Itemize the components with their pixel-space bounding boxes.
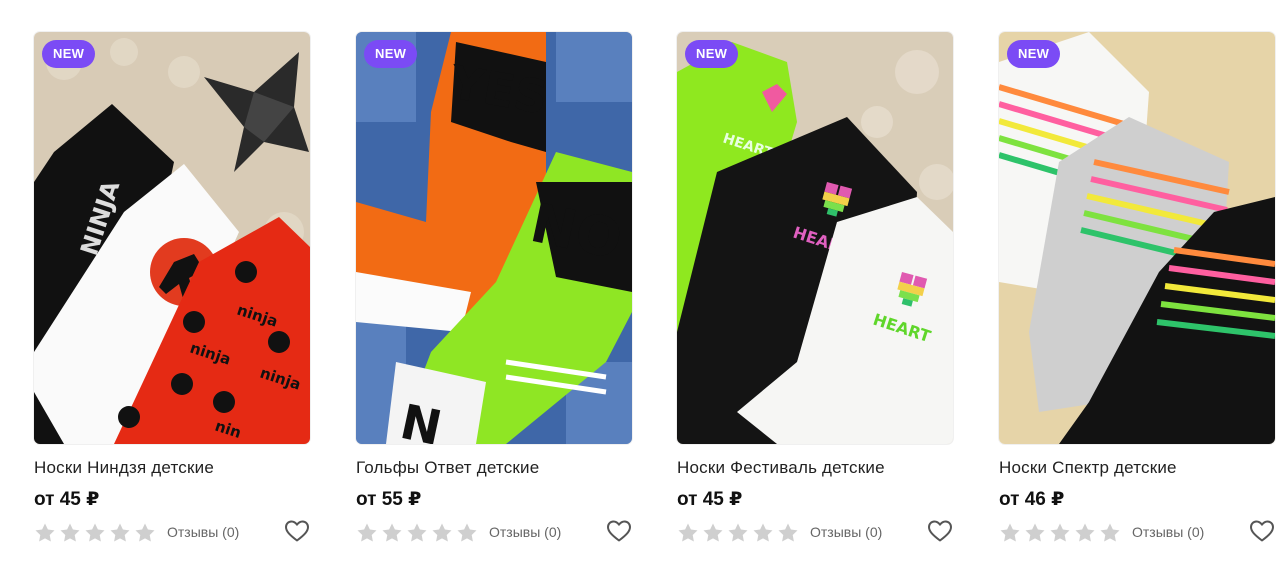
- star-icon: [728, 523, 748, 542]
- rating-stars: [356, 522, 478, 543]
- star-icon: [703, 523, 723, 542]
- product-price: от 45 ₽: [677, 489, 743, 510]
- product-card[interactable]: HEART HEART HEART NEW Носки Фестиваль де…: [677, 32, 953, 545]
- star-icon: [778, 523, 798, 542]
- yes-no-socks-illustration: YES NO N: [356, 32, 632, 444]
- ninja-socks-illustration: NINJA ninja ninja ninja nin: [34, 32, 310, 444]
- star-icon: [432, 523, 452, 542]
- new-badge: NEW: [1007, 40, 1061, 68]
- reviews-link[interactable]: Отзывы (0): [1132, 522, 1204, 542]
- star-icon: [60, 523, 80, 542]
- reviews-link[interactable]: Отзывы (0): [489, 522, 561, 542]
- product-title[interactable]: Гольфы Ответ детские: [356, 458, 632, 478]
- star-icon: [1100, 523, 1120, 542]
- product-title[interactable]: Носки Ниндзя детские: [34, 458, 310, 478]
- product-card[interactable]: NEW Носки Спектр детские от 46 ₽ Отзывы …: [999, 32, 1275, 545]
- star-icon: [382, 523, 402, 542]
- product-meta: Отзывы (0): [356, 519, 632, 545]
- product-card[interactable]: NINJA ninja ninja ninja nin NEW Носки Ни…: [34, 32, 310, 545]
- product-image[interactable]: HEART HEART HEART NEW: [677, 32, 953, 444]
- favorite-heart-icon[interactable]: [927, 519, 953, 543]
- star-icon: [357, 523, 377, 542]
- product-meta: Отзывы (0): [999, 519, 1275, 545]
- favorite-heart-icon[interactable]: [284, 519, 310, 543]
- product-meta: Отзывы (0): [34, 519, 310, 545]
- rating-stars: [34, 522, 156, 543]
- star-icon: [1000, 523, 1020, 542]
- star-icon: [1075, 523, 1095, 542]
- star-icon: [407, 523, 427, 542]
- product-title[interactable]: Носки Спектр детские: [999, 458, 1275, 478]
- product-meta: Отзывы (0): [677, 519, 953, 545]
- star-icon: [135, 523, 155, 542]
- star-icon: [35, 523, 55, 542]
- product-price: от 46 ₽: [999, 489, 1065, 510]
- reviews-link[interactable]: Отзывы (0): [810, 522, 882, 542]
- product-grid: NINJA ninja ninja ninja nin NEW Носки Ни…: [0, 0, 1280, 575]
- new-badge: NEW: [364, 40, 418, 68]
- rating-stars: [999, 522, 1121, 543]
- star-icon: [85, 523, 105, 542]
- new-badge: NEW: [685, 40, 739, 68]
- star-icon: [678, 523, 698, 542]
- product-title[interactable]: Носки Фестиваль детские: [677, 458, 953, 478]
- favorite-heart-icon[interactable]: [1249, 519, 1275, 543]
- product-image[interactable]: NINJA ninja ninja ninja nin NEW: [34, 32, 310, 444]
- star-icon: [457, 523, 477, 542]
- heart-socks-illustration: HEART HEART HEART: [677, 32, 953, 444]
- product-card[interactable]: YES NO N NEW Гольфы Ответ детские от 55 …: [356, 32, 632, 545]
- product-image[interactable]: NEW: [999, 32, 1275, 444]
- favorite-heart-icon[interactable]: [606, 519, 632, 543]
- product-price: от 45 ₽: [34, 489, 100, 510]
- product-image[interactable]: YES NO N NEW: [356, 32, 632, 444]
- reviews-link[interactable]: Отзывы (0): [167, 522, 239, 542]
- star-icon: [753, 523, 773, 542]
- spectrum-socks-illustration: [999, 32, 1275, 444]
- star-icon: [1025, 523, 1045, 542]
- product-price: от 55 ₽: [356, 489, 422, 510]
- star-icon: [1050, 523, 1070, 542]
- star-icon: [110, 523, 130, 542]
- new-badge: NEW: [42, 40, 96, 68]
- rating-stars: [677, 522, 799, 543]
